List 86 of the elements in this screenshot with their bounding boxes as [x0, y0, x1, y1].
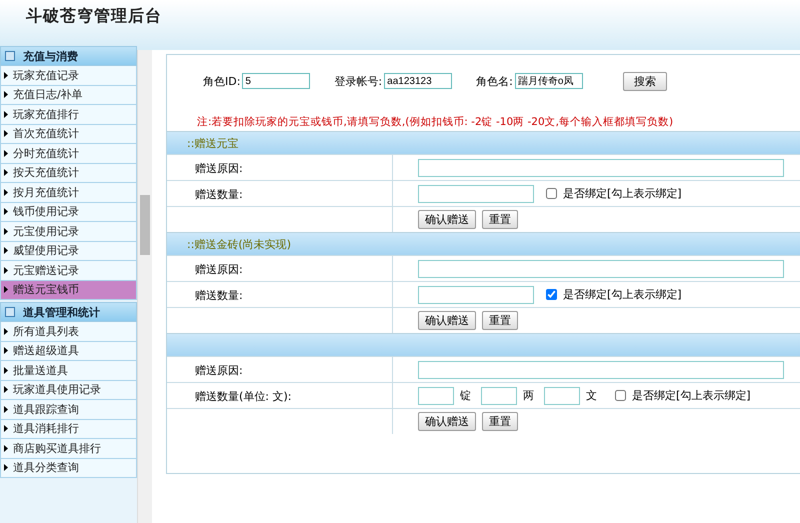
checkbox-label: 是否绑定[勾上表示绑定]	[563, 186, 682, 201]
triangle-icon	[4, 464, 8, 472]
square-icon	[5, 307, 15, 317]
triangle-icon	[4, 444, 8, 452]
menu-item[interactable]: 批量送道具	[0, 361, 138, 380]
square-icon	[5, 51, 15, 61]
menu-item[interactable]: 按天充值统计	[0, 164, 138, 183]
checkbox-label: 是否绑定[勾上表示绑定]	[632, 388, 751, 403]
menu-group-header[interactable]: 充值与消费	[0, 46, 138, 66]
triangle-icon	[4, 386, 8, 394]
field-label: 角色名:	[476, 74, 513, 88]
menu-item[interactable]: 道具分类查询	[0, 458, 138, 478]
menu-item[interactable]: 所有道具列表	[0, 322, 138, 342]
triangle-icon	[4, 425, 8, 432]
unit-label: 文	[586, 388, 597, 403]
form-button[interactable]: 确认赠送	[418, 311, 476, 330]
triangle-icon	[4, 169, 8, 176]
input-field[interactable]	[481, 386, 517, 404]
menu-item[interactable]: 钱币使用记录	[0, 202, 138, 222]
scroll-thumb[interactable]	[140, 195, 150, 255]
menu-item[interactable]: 赠送超级道具	[0, 342, 138, 361]
menu-item[interactable]: 按月充值统计	[0, 183, 138, 202]
triangle-icon	[4, 208, 8, 216]
triangle-icon	[4, 228, 8, 235]
field-label: 登录帐号:	[334, 74, 382, 88]
triangle-icon	[4, 247, 8, 254]
triangle-icon	[4, 150, 8, 157]
triangle-icon	[4, 110, 8, 118]
checkbox[interactable]	[615, 390, 626, 401]
input-field[interactable]	[418, 260, 784, 278]
menu-item[interactable]: 道具跟踪查询	[0, 400, 138, 420]
menu-item[interactable]: 玩家充值排行	[0, 105, 138, 124]
input-field[interactable]: 踹月传奇o凤	[514, 73, 583, 89]
row-label: 赠送数量(单位: 文):	[195, 390, 292, 403]
search-button[interactable]: 搜索	[622, 72, 667, 90]
form-button[interactable]: 重置	[482, 412, 518, 431]
menu-item[interactable]: 赠送元宝钱币	[0, 280, 138, 300]
input-field[interactable]	[418, 360, 784, 378]
input-field[interactable]	[544, 386, 580, 404]
row-label: 赠送数量:	[195, 188, 243, 201]
menu-item[interactable]: 分时充值统计	[0, 144, 138, 164]
section-title: ::赠送元宝	[187, 136, 238, 150]
form-button[interactable]: 确认赠送	[418, 412, 476, 431]
triangle-icon	[4, 91, 8, 98]
menu-item[interactable]: 元宝使用记录	[0, 222, 138, 242]
input-field[interactable]	[418, 158, 784, 176]
triangle-icon	[4, 130, 8, 138]
triangle-icon	[4, 286, 8, 294]
triangle-icon	[4, 328, 8, 335]
menu-item[interactable]: 元宝赠送记录	[0, 261, 138, 280]
menu-group-header[interactable]: 道具管理和统计	[0, 302, 138, 322]
input-field[interactable]: 5	[242, 73, 310, 89]
menu-item[interactable]: 玩家道具使用记录	[0, 380, 138, 400]
input-field[interactable]	[418, 184, 534, 202]
checkbox[interactable]	[546, 289, 557, 300]
unit-label: 锭	[460, 388, 471, 403]
input-field[interactable]	[418, 286, 534, 304]
menu-item[interactable]: 充值日志/补单	[0, 86, 138, 105]
menu-item[interactable]: 玩家充值记录	[0, 66, 138, 86]
form-button[interactable]: 重置	[482, 311, 518, 330]
triangle-icon	[4, 406, 8, 413]
triangle-icon	[4, 188, 8, 196]
input-field[interactable]: aa123123	[384, 73, 452, 89]
checkbox[interactable]	[546, 188, 557, 199]
form-button[interactable]: 重置	[482, 210, 518, 229]
note-text: 注:若要扣除玩家的元宝或钱币,请填写负数,(例如扣钱币: -2锭 -10两 -20文,每个输入框都填写负数)	[196, 115, 674, 130]
input-field[interactable]	[418, 386, 454, 404]
menu-item[interactable]: 道具消耗排行	[0, 420, 138, 439]
triangle-icon	[4, 347, 8, 354]
menu-item[interactable]: 首次充值统计	[0, 124, 138, 144]
triangle-icon	[4, 366, 8, 374]
scrollbar[interactable]	[137, 50, 152, 523]
app-title: 斗破苍穹管理后台	[26, 6, 162, 27]
row-label: 赠送原因:	[195, 364, 243, 377]
row-label: 赠送原因:	[195, 263, 243, 276]
unit-label: 两	[523, 388, 534, 403]
menu-item[interactable]: 威望使用记录	[0, 242, 138, 261]
row-label: 赠送数量:	[195, 289, 243, 302]
field-label: 角色ID:	[203, 74, 240, 88]
triangle-icon	[4, 72, 8, 79]
form-button[interactable]: 确认赠送	[418, 210, 476, 229]
section-title: ::赠送金砖(尚未实现)	[187, 236, 291, 252]
checkbox-label: 是否绑定[勾上表示绑定]	[563, 287, 682, 302]
triangle-icon	[4, 266, 8, 274]
menu-item[interactable]: 商店购买道具排行	[0, 439, 138, 458]
row-label: 赠送原因:	[195, 162, 243, 175]
